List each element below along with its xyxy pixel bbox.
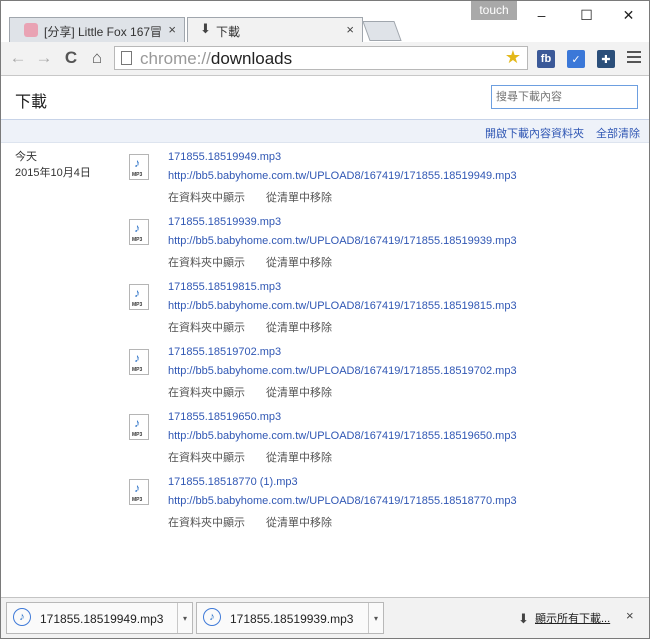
browser-toolbar: ← → C ⌂ chrome://downloads ★ fb ✓ ✚ xyxy=(1,42,649,76)
chevron-down-icon[interactable]: ▾ xyxy=(368,603,383,633)
mp3-file-icon: ♪ MP3 xyxy=(129,284,149,310)
page-title: 下載 xyxy=(15,94,48,111)
puzzle-extension-icon[interactable]: ✚ xyxy=(597,50,615,68)
tab-forum-label: [分享] Little Fox 167冒英 xyxy=(44,25,162,39)
clear-all-link[interactable]: 全部清除 xyxy=(596,125,640,141)
download-arrow-icon: ⬇ xyxy=(518,611,529,626)
shelf-file-name: 171855.18519949.mp3 xyxy=(40,612,164,626)
remove-from-list-link[interactable]: 從清單中移除 xyxy=(266,449,332,465)
download-item: ♪ MP3 171855.18518770 (1).mp3 http://bb5.… xyxy=(1,476,649,541)
mp3-file-icon: ♪ MP3 xyxy=(129,219,149,245)
forum-favicon-icon xyxy=(24,23,38,37)
mp3-file-icon: ♪ MP3 xyxy=(129,479,149,505)
url-path: downloads xyxy=(210,49,293,68)
maximize-button[interactable]: ☐ xyxy=(564,1,609,29)
download-item: ♪ MP3 171855.18519815.mp3 http://bb5.baby… xyxy=(1,281,649,346)
show-in-folder-link[interactable]: 在資料夾中顯示 xyxy=(168,189,245,205)
download-file-name[interactable]: 171855.18519702.mp3 xyxy=(168,346,281,358)
download-source-url[interactable]: http://bb5.babyhome.com.tw/UPLOAD8/16741… xyxy=(168,235,517,247)
remove-from-list-link[interactable]: 從清單中移除 xyxy=(266,189,332,205)
download-item: ♪ MP3 171855.18519702.mp3 http://bb5.baby… xyxy=(1,346,649,411)
mp3-file-icon: ♪ MP3 xyxy=(129,414,149,440)
show-in-folder-link[interactable]: 在資料夾中顯示 xyxy=(168,319,245,335)
tab-forum-close-icon[interactable]: × xyxy=(168,22,176,37)
minimize-button[interactable]: – xyxy=(519,1,564,29)
download-source-url[interactable]: http://bb5.babyhome.com.tw/UPLOAD8/16741… xyxy=(168,170,517,182)
download-item: ♪ MP3 171855.18519949.mp3 http://bb5.baby… xyxy=(1,151,649,216)
bookmark-star-icon[interactable]: ★ xyxy=(505,47,521,68)
download-file-name[interactable]: 171855.18519650.mp3 xyxy=(168,411,281,423)
new-tab-button[interactable] xyxy=(362,21,402,41)
checkmark-extension-icon[interactable]: ✓ xyxy=(567,50,585,68)
tab-forum[interactable]: [分享] Little Fox 167冒英 × xyxy=(9,17,185,43)
show-in-folder-link[interactable]: 在資料夾中顯示 xyxy=(168,514,245,530)
search-downloads-input[interactable] xyxy=(491,85,638,109)
show-in-folder-link[interactable]: 在資料夾中顯示 xyxy=(168,449,245,465)
open-downloads-folder-link[interactable]: 開啟下載內容資料夾 xyxy=(485,125,584,141)
download-source-url[interactable]: http://bb5.babyhome.com.tw/UPLOAD8/16741… xyxy=(168,430,517,442)
download-item: ♪ MP3 171855.18519650.mp3 http://bb5.baby… xyxy=(1,411,649,476)
shelf-download-item[interactable]: ♪ 171855.18519939.mp3 ▾ xyxy=(196,602,384,634)
address-bar[interactable]: chrome://downloads ★ xyxy=(114,46,528,70)
audio-file-icon: ♪ xyxy=(13,608,31,626)
show-all-downloads-link[interactable]: 顯示所有下載... xyxy=(535,610,610,626)
remove-from-list-link[interactable]: 從清單中移除 xyxy=(266,319,332,335)
close-shelf-icon[interactable]: × xyxy=(626,608,634,623)
audio-file-icon: ♪ xyxy=(203,608,221,626)
mp3-file-icon: ♪ MP3 xyxy=(129,154,149,180)
tab-downloads[interactable]: ⬇ 下載 × xyxy=(187,17,363,43)
download-source-url[interactable]: http://bb5.babyhome.com.tw/UPLOAD8/16741… xyxy=(168,300,517,312)
show-in-folder-link[interactable]: 在資料夾中顯示 xyxy=(168,254,245,270)
tab-downloads-label: 下載 xyxy=(216,25,241,39)
browser-window: touch – ☐ ✕ [分享] Little Fox 167冒英 × ⬇ 下載… xyxy=(0,0,650,639)
action-bar: 開啟下載內容資料夾 全部清除 xyxy=(1,119,649,143)
download-item: ♪ MP3 171855.18519939.mp3 http://bb5.baby… xyxy=(1,216,649,281)
download-arrow-icon: ⬇ xyxy=(200,21,211,36)
mp3-file-icon: ♪ MP3 xyxy=(129,349,149,375)
reload-icon[interactable]: C xyxy=(61,48,81,68)
chrome-menu-icon[interactable] xyxy=(627,51,641,66)
download-source-url[interactable]: http://bb5.babyhome.com.tw/UPLOAD8/16741… xyxy=(168,365,517,377)
title-bar: touch – ☐ ✕ [分享] Little Fox 167冒英 × ⬇ 下載… xyxy=(1,1,649,43)
download-file-name[interactable]: 171855.18519949.mp3 xyxy=(168,151,281,163)
forward-arrow-icon[interactable]: → xyxy=(34,48,54,68)
address-text: chrome://downloads xyxy=(140,49,292,69)
remove-from-list-link[interactable]: 從清單中移除 xyxy=(266,254,332,270)
download-file-name[interactable]: 171855.18519939.mp3 xyxy=(168,216,281,228)
home-icon[interactable]: ⌂ xyxy=(87,48,107,68)
facebook-extension-icon[interactable]: fb xyxy=(537,50,555,68)
chevron-down-icon[interactable]: ▾ xyxy=(177,603,192,633)
page-icon xyxy=(121,51,132,65)
back-arrow-icon[interactable]: ← xyxy=(8,48,28,68)
download-file-name[interactable]: 171855.18518770 (1).mp3 xyxy=(168,476,298,488)
url-scheme: chrome:// xyxy=(140,49,211,68)
remove-from-list-link[interactable]: 從清單中移除 xyxy=(266,514,332,530)
close-window-button[interactable]: ✕ xyxy=(606,1,649,29)
download-source-url[interactable]: http://bb5.babyhome.com.tw/UPLOAD8/16741… xyxy=(168,495,517,507)
download-file-name[interactable]: 171855.18519815.mp3 xyxy=(168,281,281,293)
shelf-download-item[interactable]: ♪ 171855.18519949.mp3 ▾ xyxy=(6,602,193,634)
tab-downloads-close-icon[interactable]: × xyxy=(346,22,354,37)
remove-from-list-link[interactable]: 從清單中移除 xyxy=(266,384,332,400)
touch-badge: touch xyxy=(471,1,517,20)
shelf-file-name: 171855.18519939.mp3 xyxy=(230,612,354,626)
show-in-folder-link[interactable]: 在資料夾中顯示 xyxy=(168,384,245,400)
